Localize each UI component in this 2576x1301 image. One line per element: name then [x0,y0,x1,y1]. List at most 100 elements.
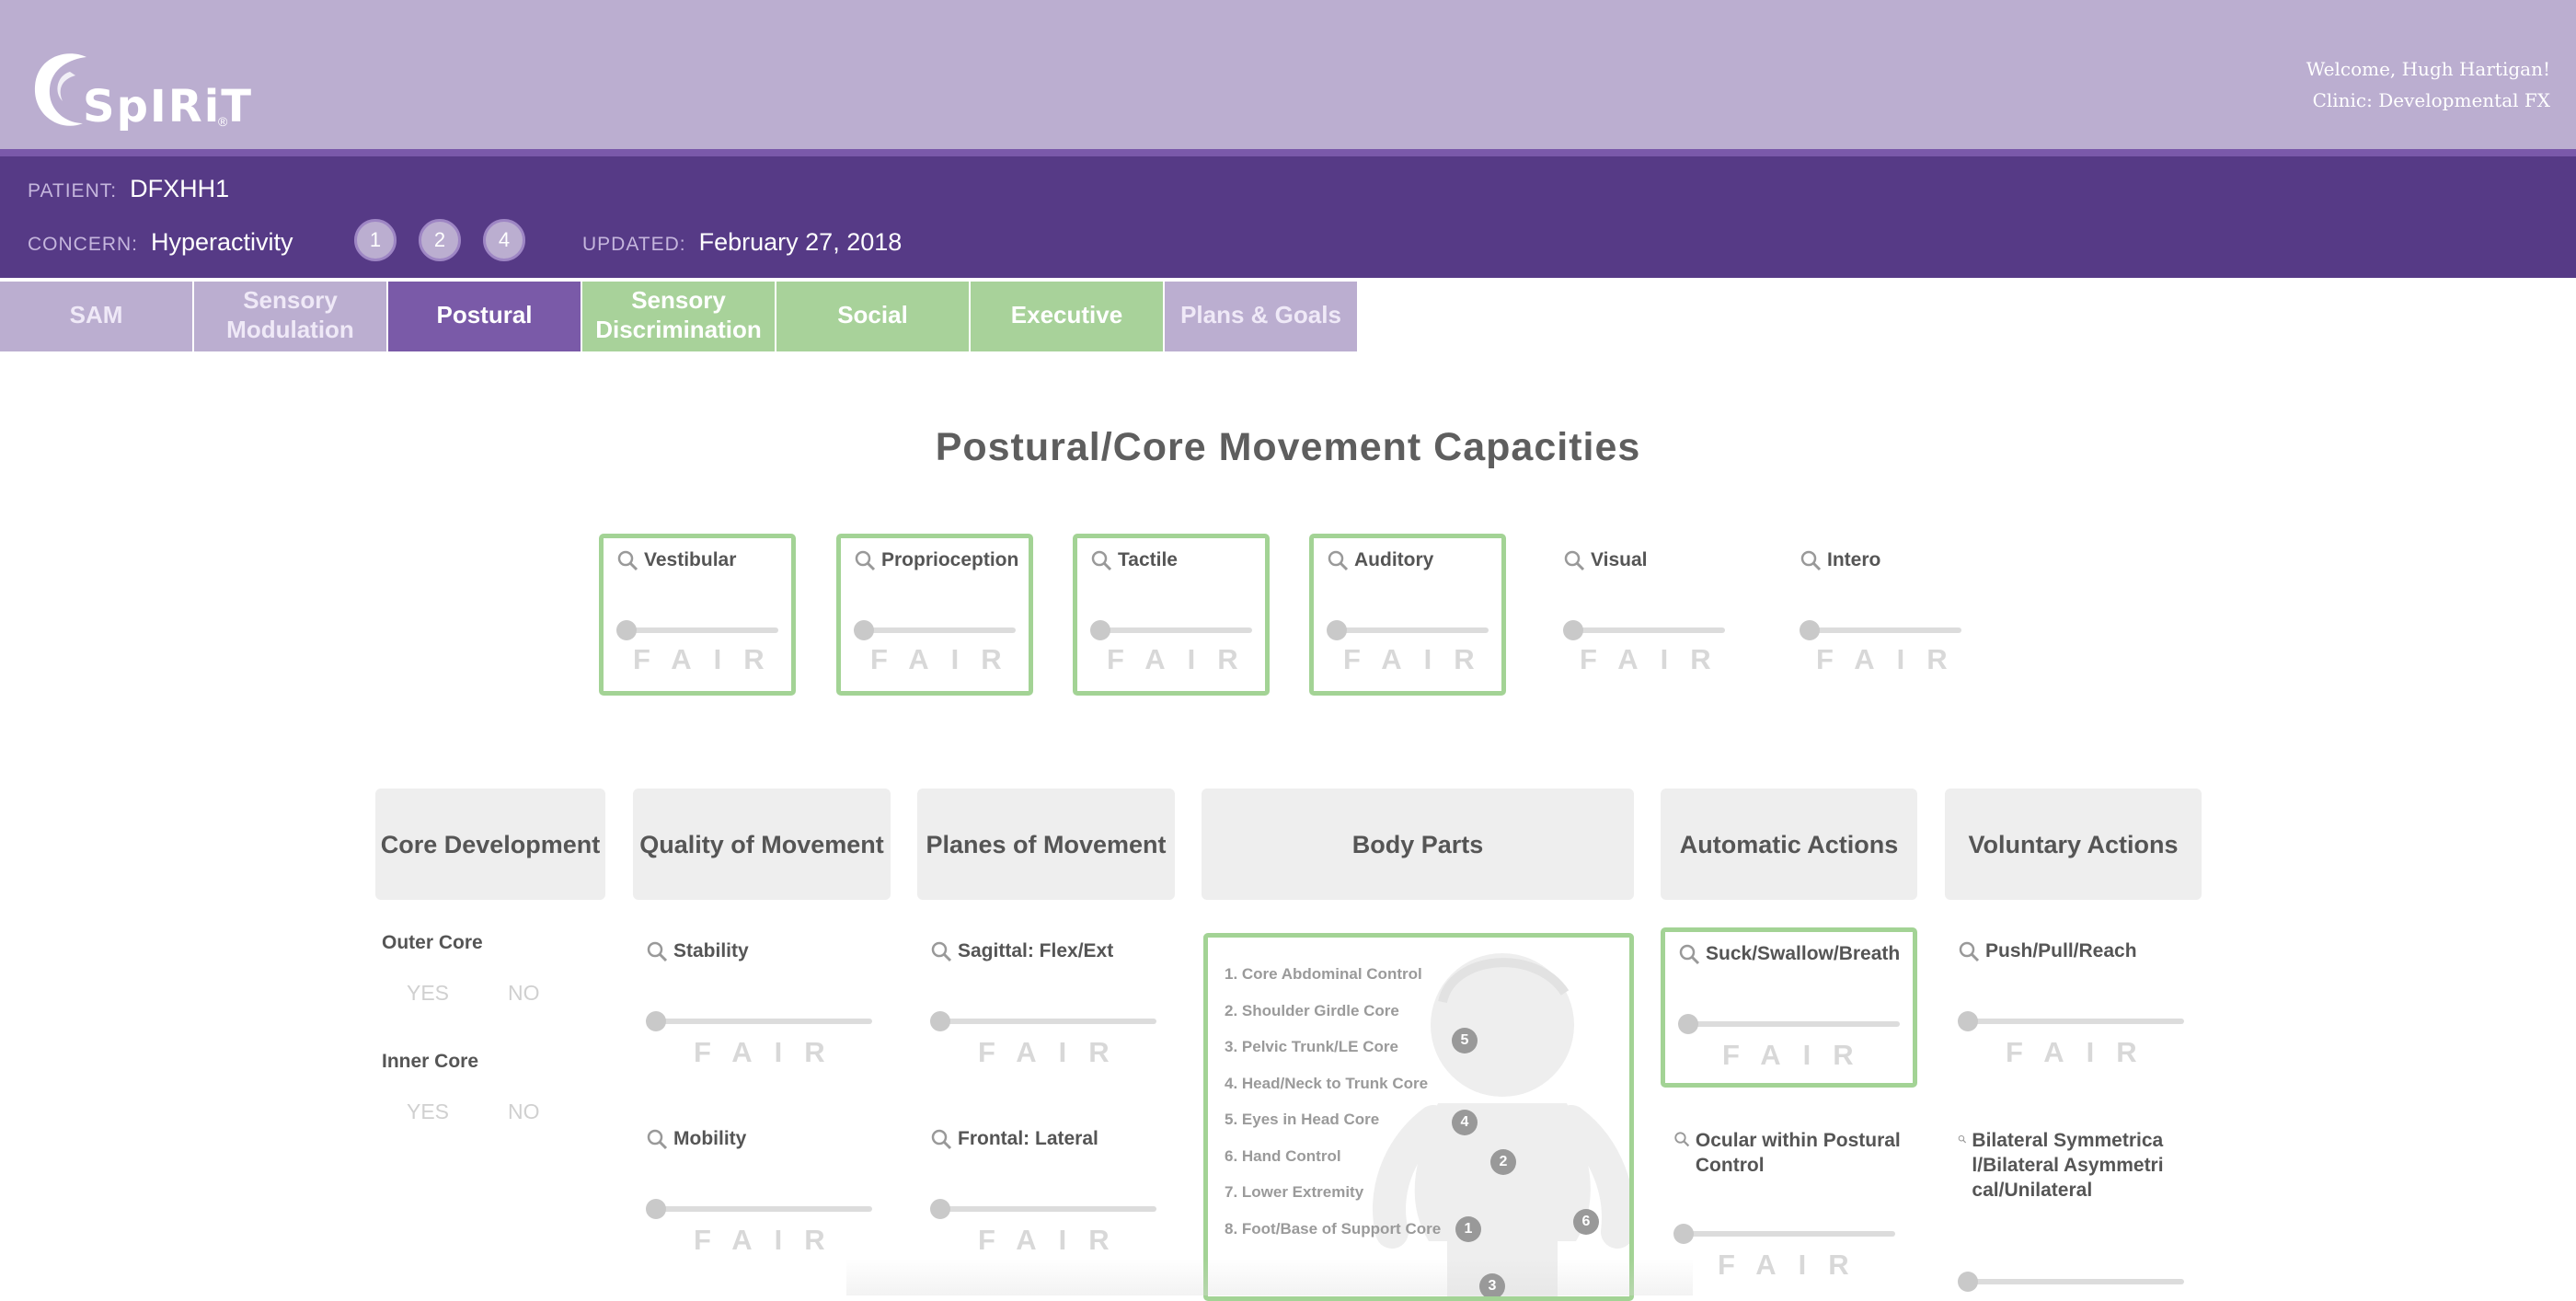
voluntary-push-pull-card[interactable]: Push/Pull/Reach FAIR [1945,933,2202,1080]
magnifier-icon[interactable] [616,549,638,571]
stability-label: Stability [673,940,749,961]
logo-registered-mark: ® [218,114,228,129]
planes-sagittal-card[interactable]: Sagittal: Flex/Ext FAIR [917,933,1175,1080]
rating-slider-track[interactable] [1963,1019,2184,1024]
concern-badges: 1 2 4 [354,219,525,261]
rating-slider-knob[interactable] [616,620,637,640]
rating-slider-track[interactable] [1679,1231,1895,1237]
column-core-development: Core Development [375,789,605,900]
magnifier-icon[interactable] [930,1128,952,1150]
tab-postural[interactable]: Postural [388,282,581,351]
quality-mobility-card[interactable]: Mobility FAIR [633,1121,891,1268]
magnifier-icon[interactable] [646,1128,668,1150]
rating-slider-knob[interactable] [1563,620,1583,640]
outer-core-no[interactable]: NO [508,981,540,1006]
card-label: Bilateral Symmetrical/Bilateral Asymmetr… [1958,1128,2169,1203]
rating-slider-knob[interactable] [1958,1272,1978,1292]
push-pull-reach-label: Push/Pull/Reach [1985,940,2137,961]
rating-slider-knob[interactable] [854,620,874,640]
rating-slider-track[interactable] [1963,1279,2184,1284]
body-marker-5[interactable]: 5 [1452,1028,1478,1053]
rating-slider-knob[interactable] [646,1199,666,1219]
rating-slider-track[interactable] [622,627,778,633]
body-marker-6[interactable]: 6 [1573,1209,1599,1235]
sensory-card-visual[interactable]: Visual FAIR [1546,534,1742,696]
magnifier-icon[interactable] [930,940,952,962]
clinic-text: Clinic: Developmental FX [2312,89,2550,111]
sagittal-label: Sagittal: Flex/Ext [958,940,1114,961]
magnifier-icon[interactable] [646,940,668,962]
body-part-item[interactable]: 7. Lower Extremity [1225,1174,1441,1211]
tab-executive[interactable]: Executive [971,282,1163,351]
tab-sensory-discrimination[interactable]: Sensory Discrimination [582,282,775,351]
updated-row: UPDATED: February 27, 2018 [582,228,902,257]
concern-badge[interactable]: 2 [419,219,461,261]
planes-frontal-card[interactable]: Frontal: Lateral FAIR [917,1121,1175,1268]
voluntary-bilateral-card[interactable]: Bilateral Symmetrical/Bilateral Asymmetr… [1945,1121,2202,1292]
spirit-logo[interactable]: SpIRiT ® [29,44,251,140]
inner-core-no[interactable]: NO [508,1100,540,1124]
body-part-item[interactable]: 1. Core Abdominal Control [1225,956,1441,993]
body-marker-3[interactable]: 3 [1479,1273,1505,1296]
body-parts-panel[interactable]: 1. Core Abdominal Control 2. Shoulder Gi… [1203,933,1634,1301]
body-part-item[interactable]: 8. Foot/Base of Support Core [1225,1211,1441,1248]
rating-slider-track[interactable] [859,627,1016,633]
inner-core-yes[interactable]: YES [407,1100,449,1124]
tab-sam[interactable]: SAM [0,282,192,351]
rating-slider-knob[interactable] [1327,620,1347,640]
rating-slider-knob[interactable] [1673,1224,1694,1244]
rating-slider-knob[interactable] [930,1199,950,1219]
magnifier-icon[interactable] [1673,1128,1690,1150]
body-part-item[interactable]: 3. Pelvic Trunk/LE Core [1225,1029,1441,1065]
rating-slider-track[interactable] [936,1019,1156,1024]
rating-slider-knob[interactable] [1958,1011,1978,1031]
rating-slider-knob[interactable] [930,1011,950,1031]
rating-slider-track[interactable] [1332,627,1489,633]
mobility-label: Mobility [673,1128,747,1149]
concern-badge[interactable]: 1 [354,219,397,261]
magnifier-icon[interactable] [1800,549,1822,571]
rating-slider-track[interactable] [1569,627,1725,633]
sensory-card-intero[interactable]: Intero FAIR [1782,534,1979,696]
rating-slider-knob[interactable] [646,1011,666,1031]
sensory-card-proprioception[interactable]: Proprioception FAIR [836,534,1033,696]
magnifier-icon[interactable] [1090,549,1112,571]
rating-slider-track[interactable] [936,1206,1156,1212]
tab-social[interactable]: Social [776,282,969,351]
sensory-card-tactile[interactable]: Tactile FAIR [1073,534,1270,696]
magnifier-icon[interactable] [1958,940,1980,962]
rating-slider-knob[interactable] [1090,620,1110,640]
magnifier-icon[interactable] [1563,549,1585,571]
rating-slider-knob[interactable] [1678,1014,1698,1034]
rating-slider-track[interactable] [1096,627,1252,633]
body-part-item[interactable]: 2. Shoulder Girdle Core [1225,993,1441,1030]
concern-badge[interactable]: 4 [483,219,525,261]
body-part-item[interactable]: 4. Head/Neck to Trunk Core [1225,1065,1441,1102]
tab-sensory-modulation[interactable]: Sensory Modulation [194,282,386,351]
body-marker-4[interactable]: 4 [1452,1110,1478,1135]
bilateral-label: Bilateral Symmetrical/Bilateral Asymmetr… [1972,1130,2164,1201]
outer-core-yes[interactable]: YES [407,981,449,1006]
body-part-item[interactable]: 6. Hand Control [1225,1138,1441,1175]
rating-slider-track[interactable] [1684,1021,1900,1027]
sensory-card-auditory[interactable]: Auditory FAIR [1309,534,1506,696]
rating-label: FAIR [633,643,787,675]
rating-slider-knob[interactable] [1800,620,1820,640]
automatic-suck-swallow-card[interactable]: Suck/Swallow/Breath FAIR [1661,927,1917,1088]
quality-stability-card[interactable]: Stability FAIR [633,933,891,1080]
body-marker-2[interactable]: 2 [1490,1149,1516,1175]
rating-slider-track[interactable] [651,1019,872,1024]
concern-value: Hyperactivity [151,228,293,256]
tab-plans-goals[interactable]: Plans & Goals [1165,282,1357,351]
automatic-ocular-card[interactable]: Ocular within Postural Control FAIR [1661,1121,1917,1288]
rating-slider-track[interactable] [1805,627,1961,633]
sensory-card-vestibular[interactable]: Vestibular FAIR [599,534,796,696]
magnifier-icon[interactable] [1327,549,1349,571]
rating-slider-track[interactable] [651,1206,872,1212]
magnifier-icon[interactable] [854,549,876,571]
updated-date: February 27, 2018 [698,228,903,256]
magnifier-icon[interactable] [1678,943,1700,965]
body-part-item[interactable]: 5. Eyes in Head Core [1225,1101,1441,1138]
magnifier-icon[interactable] [1958,1128,1967,1150]
body-marker-1[interactable]: 1 [1455,1216,1481,1242]
